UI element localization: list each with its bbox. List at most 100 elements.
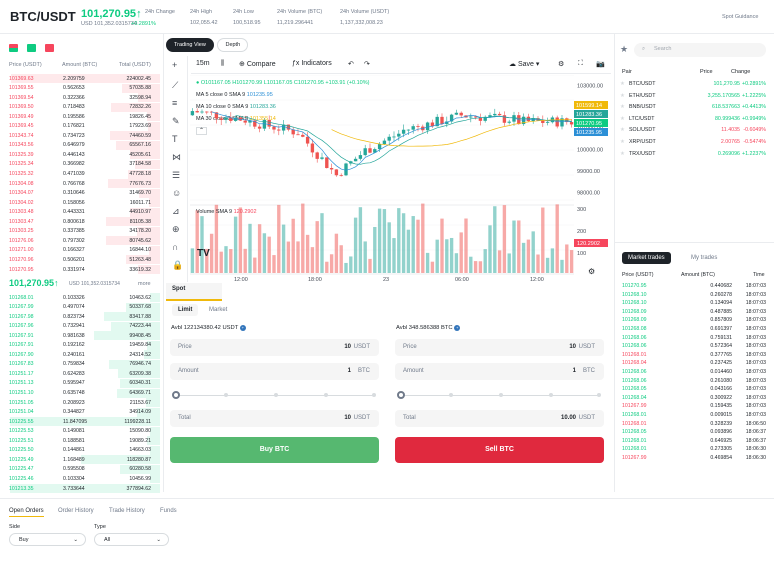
spot-guidance-link[interactable]: Spot Guidance xyxy=(722,14,758,20)
bid-row[interactable]: 101251.13 0.595947 60340.31 xyxy=(0,378,160,389)
zoom-icon[interactable]: ⊕ xyxy=(172,224,180,235)
tab-order-history[interactable]: Order History xyxy=(58,508,94,514)
crosshair-icon[interactable]: + xyxy=(172,60,177,70)
buy-slider-handle[interactable] xyxy=(172,391,180,399)
add-funds-icon[interactable]: + xyxy=(454,325,461,331)
candle-type-icon[interactable]: ⫼ xyxy=(221,60,224,68)
ask-row[interactable]: 101325.39 0.446143 45205.61 xyxy=(0,150,160,160)
star-icon[interactable]: ★ xyxy=(620,44,628,55)
bid-row[interactable]: 101268.01 0.103326 10463.62 xyxy=(0,293,160,303)
ask-row[interactable]: 101304.08 0.766768 77676.73 xyxy=(0,179,160,189)
ask-row[interactable]: 101303.25 0.337385 34178.20 xyxy=(0,226,160,237)
settings-icon[interactable]: ⚙ xyxy=(558,60,564,68)
favorite-star-icon[interactable]: ★ xyxy=(620,81,625,87)
bid-row[interactable]: 101267.99 0.497074 50337.68 xyxy=(0,302,160,313)
side-select[interactable]: Buy ⌄ xyxy=(9,533,86,546)
ruler-icon[interactable]: ⊿ xyxy=(172,206,180,217)
search-input[interactable]: ⌕ Search xyxy=(634,43,766,57)
interval-selector[interactable]: 15m xyxy=(196,60,210,67)
bid-row[interactable]: 101267.91 0.981638 99408.45 xyxy=(0,331,160,341)
fullscreen-icon[interactable]: ⛶ xyxy=(578,60,583,68)
market-row[interactable]: ★ SOL/USDT 11.4035 -0.6049% xyxy=(620,127,766,139)
sell-slider-handle[interactable] xyxy=(397,391,405,399)
ask-row[interactable]: 101343.74 0.734723 74460.59 xyxy=(0,131,160,141)
buy-price-field[interactable]: Price 10 USDT xyxy=(170,339,379,356)
bid-row[interactable]: 101267.98 0.823734 83417.88 xyxy=(0,312,160,322)
bid-row[interactable]: 101267.96 0.732941 74223.44 xyxy=(0,321,160,332)
save-button[interactable]: ☁ Save ▾ xyxy=(509,60,539,68)
bid-row[interactable]: 101225.46 0.103304 10456.99 xyxy=(0,474,160,484)
ask-row[interactable]: 101343.56 0.646979 65567.16 xyxy=(0,140,160,151)
market-row[interactable]: ★ BTC/USDT 101,270.95 +0.2891% xyxy=(620,81,766,93)
compare-button[interactable]: ⊕ Compare xyxy=(239,60,276,68)
ask-row[interactable]: 101369.54 0.322366 32598.94 xyxy=(0,93,160,103)
tab-depth[interactable]: Depth xyxy=(217,38,249,52)
sell-amount-slider[interactable] xyxy=(397,391,601,399)
ask-row[interactable]: 101369.55 0.562653 57035.88 xyxy=(0,83,160,94)
ask-row[interactable]: 101271.00 0.166327 16844.10 xyxy=(0,245,160,256)
trendline-icon[interactable]: ⟋ xyxy=(172,80,178,91)
brush-icon[interactable]: ✎ xyxy=(172,116,180,127)
bid-row[interactable]: 101251.05 0.208923 21153.67 xyxy=(0,398,160,408)
tab-spot[interactable]: Spot xyxy=(172,286,185,292)
sell-price-field[interactable]: Price 10 USDT xyxy=(395,339,604,356)
ask-row[interactable]: 101304.02 0.158056 16011.71 xyxy=(0,198,160,208)
indicators-button[interactable]: ƒx Indicators xyxy=(292,60,332,67)
bid-row[interactable]: 101225.49 1.168489 118280.87 xyxy=(0,455,160,465)
favorite-star-icon[interactable]: ★ xyxy=(620,104,625,110)
sliders-icon[interactable]: ☰ xyxy=(172,170,180,181)
bid-row[interactable]: 101251.10 0.635748 64369.71 xyxy=(0,388,160,399)
bid-row[interactable]: 101225.55 11.847095 1199228.11 xyxy=(0,417,160,427)
book-asks-icon[interactable] xyxy=(45,44,54,52)
bid-row[interactable]: 101251.17 0.624283 63209.38 xyxy=(0,369,160,379)
bid-row[interactable]: 101251.04 0.344827 34914.09 xyxy=(0,407,160,418)
hlines-icon[interactable]: ≡ xyxy=(172,98,177,108)
tab-market-trades[interactable]: Market trades xyxy=(622,252,671,264)
bid-row[interactable]: 101267.90 0.240161 24314.52 xyxy=(0,350,160,360)
bid-row[interactable]: 101225.53 0.149081 15090.80 xyxy=(0,426,160,437)
market-row[interactable]: ★ LTC/USDT 80.999436 +0.9949% xyxy=(620,116,766,128)
bid-row[interactable]: 101267.91 0.192162 19459.84 xyxy=(0,340,160,351)
buy-amount-slider[interactable] xyxy=(172,391,376,399)
bid-row[interactable]: 101213.35 3.733644 377894.62 xyxy=(0,484,160,494)
sell-amount-field[interactable]: Amount 1 BTC xyxy=(395,363,604,380)
ask-row[interactable]: 101325.34 0.366982 37184.58 xyxy=(0,159,160,170)
ask-row[interactable]: 101369.63 2.209759 224002.45 xyxy=(0,74,160,84)
tab-funds[interactable]: Funds xyxy=(160,508,177,514)
favorite-star-icon[interactable]: ★ xyxy=(620,127,625,133)
market-row[interactable]: ★ XRP/USDT 2.00765 -0.5474% xyxy=(620,139,766,151)
ask-row[interactable]: 101303.48 0.443331 44910.97 xyxy=(0,207,160,218)
tab-trade-history[interactable]: Trade History xyxy=(109,508,145,514)
candlestick-chart[interactable]: 103000.00102000.00101000.00100000.009900… xyxy=(190,75,614,282)
ask-row[interactable]: 101369.49 0.195586 19826.45 xyxy=(0,112,160,122)
market-row[interactable]: ★ ETH/USDT 3,255.170565 +1.2225% xyxy=(620,93,766,105)
favorite-star-icon[interactable]: ★ xyxy=(620,93,625,99)
tab-my-trades[interactable]: My trades xyxy=(691,255,717,261)
market-row[interactable]: ★ BNB/USDT 618.537663 +0.4413% xyxy=(620,104,766,116)
ask-row[interactable]: 101270.95 0.331974 33619.32 xyxy=(0,265,160,275)
text-icon[interactable]: T xyxy=(172,134,178,144)
camera-icon[interactable]: 📷 xyxy=(596,60,605,68)
sell-btc-button[interactable]: Sell BTC xyxy=(395,437,604,463)
favorite-star-icon[interactable]: ★ xyxy=(620,139,625,145)
tab-market[interactable]: Market xyxy=(209,307,227,313)
ask-row[interactable]: 101276.06 0.797302 80745.62 xyxy=(0,236,160,246)
markets-header-price[interactable]: Price xyxy=(700,69,713,75)
buy-amount-field[interactable]: Amount 1 BTC xyxy=(170,363,379,380)
sell-total-field[interactable]: Total 10.00 USDT xyxy=(395,410,604,427)
bid-row[interactable]: 101267.83 0.759834 76946.74 xyxy=(0,359,160,370)
book-bids-icon[interactable] xyxy=(27,44,36,52)
pattern-icon[interactable]: ⋈ xyxy=(172,152,181,163)
redo-icon[interactable]: ↷ xyxy=(364,60,370,68)
ask-row[interactable]: 101303.47 0.800618 81105.38 xyxy=(0,217,160,227)
favorite-star-icon[interactable]: ★ xyxy=(620,116,625,122)
book-both-icon[interactable] xyxy=(9,44,18,52)
magnet-icon[interactable]: ∩ xyxy=(172,242,178,252)
lock-icon[interactable]: 🔒 xyxy=(172,260,183,271)
undo-icon[interactable]: ↶ xyxy=(348,60,354,68)
ask-row[interactable]: 101325.32 0.471039 47728.18 xyxy=(0,169,160,180)
buy-btc-button[interactable]: Buy BTC xyxy=(170,437,379,463)
ask-row[interactable]: 101304.07 0.310646 31469.70 xyxy=(0,188,160,199)
more-link[interactable]: more xyxy=(138,281,151,287)
ask-row[interactable]: 101369.50 0.718483 72832.26 xyxy=(0,102,160,113)
